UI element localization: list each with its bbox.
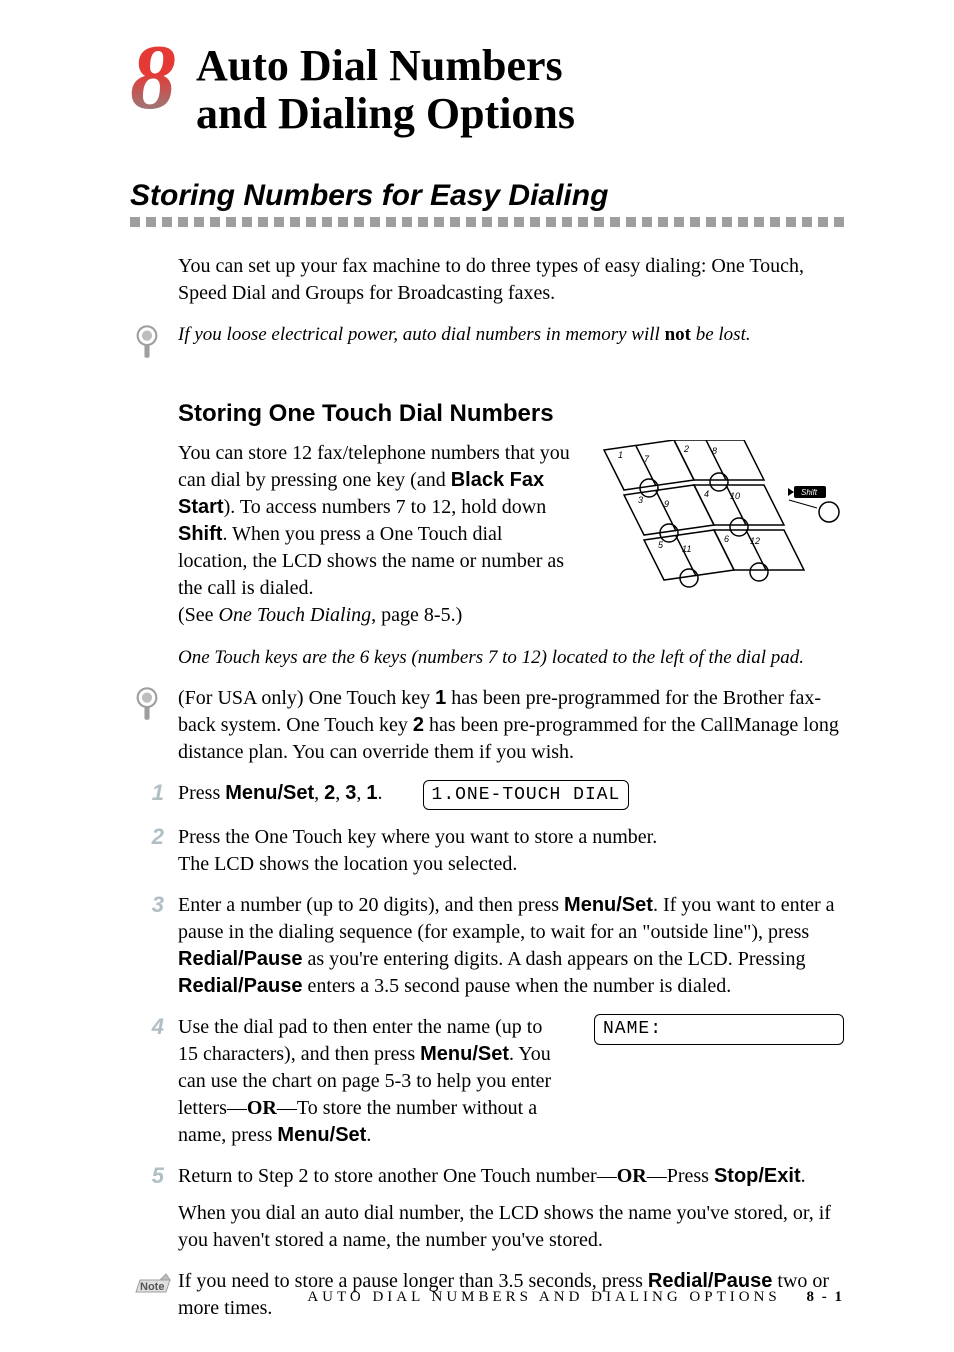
svg-text:7: 7 [644,454,650,464]
step-number: 5 [130,1163,178,1189]
footer-text: AUTO DIAL NUMBERS AND DIALING OPTIONS [307,1289,780,1305]
step-5: 5 Return to Step 2 to store another One … [130,1163,844,1254]
note-icon: Note [130,1268,172,1303]
power-tip: If you loose electrical power, auto dial… [130,323,844,372]
power-tip-post: be lost. [691,324,751,345]
lcd-display: NAME: [594,1014,844,1044]
svg-text:9: 9 [664,499,669,509]
power-tip-bold: not [665,324,691,345]
svg-text:4: 4 [704,489,709,499]
step-number: 3 [130,892,178,918]
svg-text:12: 12 [750,536,760,546]
svg-text:Shift: Shift [801,488,818,497]
page-number: 8 - 1 [807,1289,845,1305]
chapter-title-line2: and Dialing Options [196,89,575,138]
step-4: 4 Use the dial pad to then enter the nam… [130,1014,844,1149]
svg-text:Note: Note [140,1281,164,1293]
chapter-number: 8 [130,36,176,119]
step-number: 1 [130,780,178,806]
svg-text:1: 1 [618,450,623,460]
lightbulb-icon [130,685,170,734]
usa-note: (For USA only) One Touch key 1 has been … [130,685,844,766]
svg-text:8: 8 [712,446,717,456]
step-3: 3 Enter a number (up to 20 digits), and … [130,892,844,1000]
svg-text:10: 10 [730,491,740,501]
lightbulb-icon [130,323,170,372]
chapter-title: Auto Dial Numbers and Dialing Options [196,42,575,137]
power-tip-pre: If you loose electrical power, auto dial… [178,324,665,345]
subsection-title: Storing One Touch Dial Numbers [178,400,844,428]
svg-text:6: 6 [724,534,729,544]
page-footer: AUTO DIAL NUMBERS AND DIALING OPTIONS 8 … [307,1289,844,1306]
one-touch-keys-note: One Touch keys are the 6 keys (numbers 7… [178,647,844,669]
subsection-paragraph: You can store 12 fax/telephone numbers t… [178,440,574,629]
lcd-display: 1.ONE-TOUCH DIAL [423,780,630,810]
divider [130,217,844,227]
step-2: 2 Press the One Touch key where you want… [130,824,844,878]
svg-text:5: 5 [658,540,664,550]
intro-paragraph: You can set up your fax machine to do th… [178,253,844,307]
keypad-illustration: 12 78 34 910 56 1112 Shift [594,440,844,629]
svg-text:11: 11 [682,544,691,554]
step-1: 1 Press Menu/Set, 2, 3, 1. 1.ONE-TOUCH D… [130,780,844,810]
step-number: 4 [130,1014,178,1040]
chapter-title-line1: Auto Dial Numbers [196,41,563,90]
section-title: Storing Numbers for Easy Dialing [130,179,844,213]
step-number: 2 [130,824,178,850]
svg-text:3: 3 [638,495,643,505]
svg-text:2: 2 [683,444,689,454]
chapter-header: 8 Auto Dial Numbers and Dialing Options [130,42,844,137]
